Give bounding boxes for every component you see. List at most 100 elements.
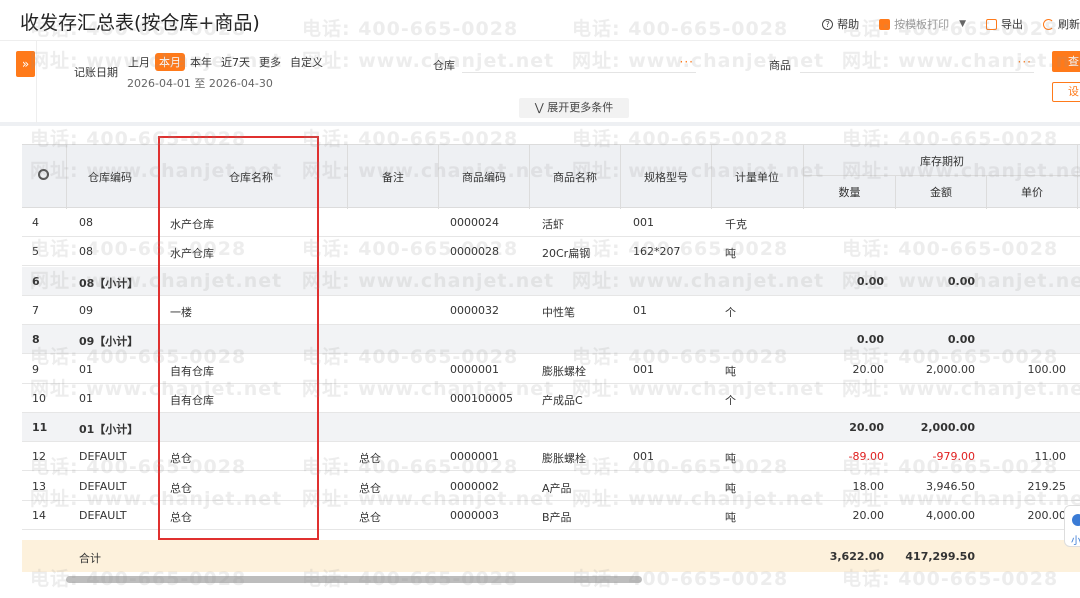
cell-pname: 膨胀螺栓: [542, 452, 586, 466]
table-row[interactable]: 7 09 一楼 0000032 中性笔 01 个: [22, 296, 1080, 325]
warehouse-label: 仓库: [433, 59, 455, 72]
cell-no: 10: [32, 391, 46, 405]
cell-wcode: 08: [79, 245, 93, 259]
cell-pname: 20Cr扁钢: [542, 247, 591, 261]
table-row[interactable]: 14 DEFAULT 总仓 总仓 0000003 B产品 吨 20.00 4,000.00 200…: [22, 501, 1080, 530]
period-custom[interactable]: 自定义: [286, 53, 327, 71]
cell-unit: 千克: [725, 218, 747, 231]
refresh-label: 刷新: [1058, 18, 1080, 31]
col-unit[interactable]: 计量单位: [712, 169, 802, 185]
expand-conditions-button[interactable]: ⋁ 展开更多条件: [519, 98, 629, 118]
cell-wcode: DEFAULT: [79, 509, 127, 522]
refresh-button[interactable]: 刷新: [1043, 16, 1080, 32]
cell-price: 11.00: [1034, 450, 1067, 464]
period-this-month[interactable]: 本月: [155, 53, 185, 71]
query-button[interactable]: 查: [1052, 51, 1080, 72]
cell-wcode: 09: [79, 303, 93, 317]
export-icon: [986, 18, 997, 30]
refresh-icon: [1043, 18, 1054, 30]
help-icon: ?: [822, 18, 834, 30]
col-qty[interactable]: 数量: [804, 184, 895, 200]
subtotal-row[interactable]: 11 01【小计】 20.00 2,000.00: [22, 413, 1080, 443]
cell-wcode: 09【小计】: [79, 335, 139, 349]
cell-no: 12: [32, 450, 46, 464]
horizontal-scrollbar[interactable]: [66, 576, 1080, 584]
assistant-icon: [1072, 514, 1080, 526]
col-warehouse-name[interactable]: 仓库名称: [160, 169, 342, 185]
cell-unit: 吨: [725, 364, 736, 378]
total-amount: 417,299.50: [905, 550, 975, 563]
collapse-toggle-button[interactable]: »: [16, 51, 35, 77]
period-last-7-days[interactable]: 近7天: [217, 53, 254, 71]
cell-no: 11: [32, 421, 48, 435]
chevron-down-icon[interactable]: ▼: [959, 19, 966, 29]
col-amount[interactable]: 金额: [896, 184, 986, 200]
divider: [620, 145, 621, 209]
cell-qty: 20.00: [852, 362, 885, 376]
table-row[interactable]: 4 08 水产仓库 0000024 活虾 001 千克: [22, 208, 1080, 237]
header-toolbar: ? 帮助 按模板打印 ▼ 导出 刷新: [822, 16, 1080, 32]
divider: [1077, 145, 1078, 209]
cell-price: 219.25: [1027, 479, 1067, 493]
table-row[interactable]: 10 01 自有仓库 000100005 产成品C 个: [22, 384, 1080, 413]
page-title: 收发存汇总表(按仓库+商品): [20, 12, 260, 34]
print-template-button[interactable]: 按模板打印 ▼: [879, 16, 966, 32]
settings-button[interactable]: 设: [1052, 82, 1080, 102]
period-this-year[interactable]: 本年: [186, 53, 216, 71]
cell-pcode: 0000001: [450, 450, 499, 464]
cell-spec: 01: [633, 303, 647, 317]
floating-assistant-button[interactable]: 小: [1064, 505, 1080, 547]
export-button[interactable]: 导出: [986, 16, 1023, 32]
col-warehouse-code[interactable]: 仓库编码: [70, 169, 150, 185]
cell-pname: B产品: [542, 511, 572, 524]
col-remark[interactable]: 备注: [348, 169, 438, 185]
more-icon[interactable]: ···: [1018, 55, 1032, 69]
cell-remark: 总仓: [359, 511, 381, 524]
subtotal-row[interactable]: 8 09【小计】 0.00 0.00: [22, 325, 1080, 355]
cell-remark: 总仓: [359, 452, 381, 466]
cell-no: 13: [32, 479, 46, 493]
cell-wname: 总仓: [170, 452, 192, 466]
col-group-opening[interactable]: 库存期初: [804, 153, 1080, 169]
cell-amount: 4,000.00: [926, 509, 975, 522]
divider: [986, 175, 987, 209]
period-more[interactable]: 更多: [255, 53, 285, 71]
table-row[interactable]: 12 DEFAULT 总仓 总仓 0000001 膨胀螺栓 001 吨 -89.00 -979.0…: [22, 442, 1080, 472]
cell-wname: 自有仓库: [170, 364, 214, 378]
col-product-code[interactable]: 商品编码: [439, 169, 529, 185]
cell-wcode: 01: [79, 391, 93, 405]
cell-wname: 总仓: [170, 481, 192, 495]
cell-unit: 吨: [725, 511, 736, 524]
date-label: 记账日期: [74, 66, 118, 79]
cell-qty: -89.00: [848, 450, 884, 464]
cell-qty: 0.00: [856, 333, 884, 347]
table-row[interactable]: 5 08 水产仓库 0000028 20Cr扁钢 162*207 吨: [22, 237, 1080, 267]
product-input[interactable]: ···: [800, 53, 1034, 73]
more-icon[interactable]: ···: [680, 55, 694, 69]
cell-no: 4: [32, 216, 39, 229]
cell-pname: 膨胀螺栓: [542, 364, 586, 378]
table-row[interactable]: 9 01 自有仓库 0000001 膨胀螺栓 001 吨 20.00 2,000.00 100.0…: [22, 355, 1080, 384]
warehouse-input[interactable]: ···: [462, 53, 696, 73]
help-button[interactable]: ? 帮助: [822, 16, 859, 32]
cell-pname: A产品: [542, 481, 572, 495]
col-price[interactable]: 单价: [987, 184, 1077, 200]
help-label: 帮助: [837, 18, 860, 31]
period-last-month[interactable]: 上月: [124, 53, 154, 71]
scrollbar-thumb[interactable]: [66, 576, 642, 583]
gear-icon[interactable]: [38, 169, 49, 180]
cell-amount: 0.00: [947, 333, 975, 347]
cell-no: 8: [32, 333, 40, 347]
print-label: 按模板打印: [894, 18, 950, 31]
subtotal-row[interactable]: 6 08【小计】 0.00 0.00: [22, 266, 1080, 296]
cell-spec: 001: [633, 362, 654, 376]
period-selector: 上月 本月 本年 近7天 更多 自定义: [124, 53, 328, 71]
cell-pcode: 0000001: [450, 362, 499, 376]
cell-spec: 162*207: [633, 245, 681, 259]
table-row[interactable]: 13 DEFAULT 总仓 总仓 0000002 A产品 吨 18.00 3,946.50 219…: [22, 472, 1080, 501]
col-spec[interactable]: 规格型号: [621, 169, 711, 185]
cell-amount: 0.00: [947, 274, 975, 288]
col-product-name[interactable]: 商品名称: [530, 169, 620, 185]
divider: [347, 145, 348, 209]
date-range-value[interactable]: 2026-04-01 至 2026-04-30: [127, 75, 273, 91]
